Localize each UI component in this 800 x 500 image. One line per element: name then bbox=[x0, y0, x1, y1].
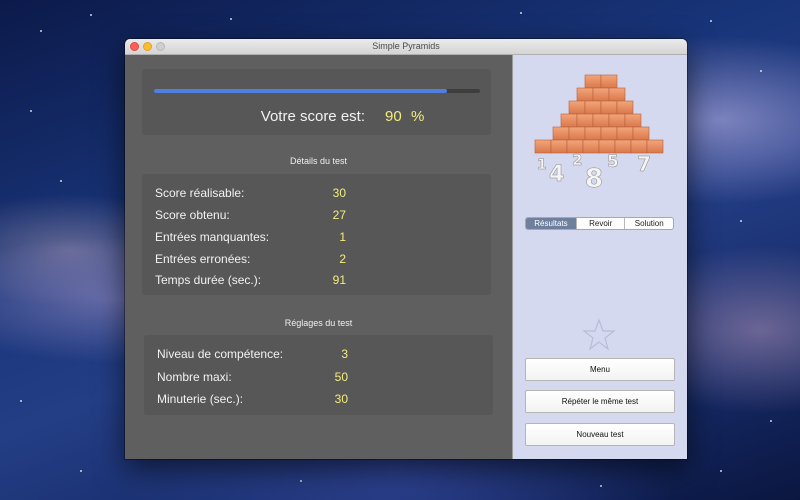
details-row-label: Score obtenu: bbox=[155, 208, 230, 222]
details-row: Temps durée (sec.): 91 bbox=[142, 273, 491, 289]
sidebar: 4 8 2 5 7 1 Résultats Revoir Solution Me… bbox=[512, 55, 687, 459]
details-row-value: 2 bbox=[339, 252, 346, 266]
pyramid-number: 8 bbox=[585, 164, 603, 194]
details-row-label: Score réalisable: bbox=[155, 186, 245, 200]
pyramid-number: 7 bbox=[637, 152, 651, 176]
details-row-value: 27 bbox=[332, 208, 346, 222]
score-panel: Votre score est: 90 % bbox=[142, 69, 491, 135]
details-row-label: Entrées erronées: bbox=[155, 252, 251, 266]
details-row: Entrées erronées: 2 bbox=[142, 252, 491, 268]
tab-solution[interactable]: Solution bbox=[625, 218, 673, 229]
score-unit: % bbox=[411, 108, 425, 125]
settings-row-value: 50 bbox=[334, 370, 348, 384]
settings-row-label: Minuterie (sec.): bbox=[157, 392, 244, 406]
pyramid-logo-icon: 4 8 2 5 7 1 bbox=[534, 74, 664, 194]
window-title: Simple Pyramids bbox=[372, 41, 440, 51]
settings-row-label: Nombre maxi: bbox=[157, 370, 232, 384]
tab-review[interactable]: Revoir bbox=[577, 218, 626, 229]
pyramid-number: 2 bbox=[572, 151, 582, 169]
settings-section-title: Réglages du test bbox=[284, 318, 353, 328]
settings-row: Minuterie (sec.): 30 bbox=[144, 392, 493, 408]
settings-row: Nombre maxi: 50 bbox=[144, 370, 493, 386]
details-panel: Score réalisable: 30 Score obtenu: 27 En… bbox=[142, 174, 491, 295]
star-icon bbox=[582, 318, 616, 351]
title-bar[interactable]: Simple Pyramids bbox=[125, 39, 687, 55]
details-row-value: 91 bbox=[332, 273, 346, 287]
score-progress-bar bbox=[154, 89, 480, 93]
repeat-test-button[interactable]: Répéter le même test bbox=[525, 390, 675, 413]
score-progress-fill bbox=[154, 89, 448, 93]
details-row: Score obtenu: 27 bbox=[142, 208, 491, 224]
details-row-label: Entrées manquantes: bbox=[155, 230, 270, 244]
details-row: Entrées manquantes: 1 bbox=[142, 230, 491, 246]
settings-row: Niveau de compétence: 3 bbox=[144, 347, 493, 363]
view-tabs: Résultats Revoir Solution bbox=[525, 217, 674, 230]
score-label: Votre score est: bbox=[260, 108, 365, 125]
settings-panel: Niveau de compétence: 3 Nombre maxi: 50 … bbox=[144, 335, 493, 415]
details-row-label: Temps durée (sec.): bbox=[155, 273, 262, 287]
results-pane: Votre score est: 90 % Détails du test Sc… bbox=[125, 55, 512, 459]
settings-row-label: Niveau de compétence: bbox=[157, 347, 284, 361]
details-row-value: 30 bbox=[332, 186, 346, 200]
menu-button[interactable]: Menu bbox=[525, 358, 675, 381]
settings-row-value: 30 bbox=[334, 392, 348, 406]
details-section-title: Détails du test bbox=[289, 156, 348, 166]
details-row: Score réalisable: 30 bbox=[142, 186, 491, 202]
score-value: 90 bbox=[385, 108, 402, 125]
pyramid-number: 1 bbox=[537, 157, 547, 173]
details-row-value: 1 bbox=[339, 230, 346, 244]
app-window: Simple Pyramids Votre score est: 90 % Dé… bbox=[125, 39, 687, 459]
pyramid-number: 4 bbox=[549, 162, 564, 187]
tab-results[interactable]: Résultats bbox=[526, 218, 577, 229]
pyramid-number: 5 bbox=[607, 152, 619, 172]
new-test-button[interactable]: Nouveau test bbox=[525, 423, 675, 446]
settings-row-value: 3 bbox=[341, 347, 348, 361]
